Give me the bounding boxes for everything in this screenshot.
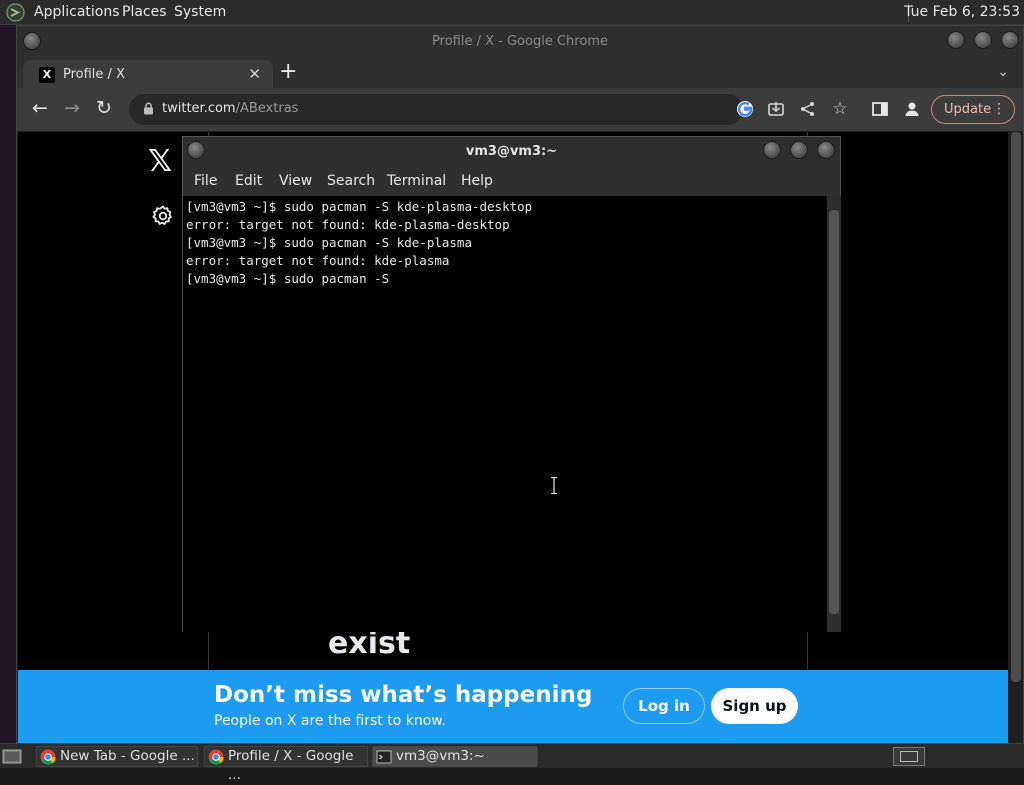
update-button[interactable]: Update ⋮ [931,95,1015,124]
bookmark-star-icon[interactable]: ☆ [830,99,850,119]
maximize-button[interactable] [974,31,992,49]
system-menu[interactable]: System [174,4,226,20]
menu-edit[interactable]: Edit [235,173,262,189]
tab-close-icon[interactable]: ✕ [248,65,261,83]
distro-logo-icon[interactable] [6,3,25,22]
places-menu[interactable]: Places [122,4,167,20]
terminal-close-button[interactable] [817,141,835,159]
terminal-window: vm3@vm3:~ File Edit View Search Terminal… [182,136,841,632]
terminal-icon [376,750,392,764]
terminal-scrollbar[interactable] [827,196,841,632]
terminal-line: error: target not found: kde-plasma [186,253,450,268]
workspace-switcher[interactable] [893,747,925,766]
chrome-icon [40,749,56,765]
terminal-title[interactable]: vm3@vm3:~ [183,144,840,159]
reload-icon[interactable]: ↻ [96,97,112,119]
page-scrollbar-thumb[interactable] [1011,132,1021,682]
terminal-line: [vm3@vm3 ~]$ sudo pacman -S [186,271,390,286]
share-icon[interactable] [798,99,818,119]
back-arrow-icon[interactable]: ← [32,97,48,119]
address-bar[interactable]: twitter.com/ABextras [129,94,743,125]
chrome-window-title: Profile / X - Google Chrome [432,34,608,49]
new-tab-plus-icon[interactable]: + [279,60,297,84]
terminal-menubar: File Edit View Search Terminal Help [183,167,840,195]
tab-strip: X Profile / X ✕ + ⌄ [17,58,1023,92]
tab-search-chevron-icon[interactable]: ⌄ [997,64,1009,80]
task-new-tab-chrome[interactable]: New Tab - Google ... [36,746,198,767]
login-button[interactable]: Log in [623,688,705,724]
chrome-titlebar[interactable]: Profile / X - Google Chrome [17,26,1023,58]
task-label: vm3@vm3:~ [396,748,485,764]
banner-headline: Don’t miss what’s happening [214,682,593,708]
browser-toolbar: ← → ↻ twitter.com/ABextras ☆ Update ⋮ [17,88,1023,131]
update-label: Update [944,102,992,117]
chrome-icon [208,749,224,765]
menu-file[interactable]: File [194,173,217,189]
settings-gear-icon[interactable] [151,204,175,228]
terminal-maximize-button[interactable] [790,141,808,159]
text-cursor-icon [551,477,557,494]
task-label: New Tab - Google ... [60,748,195,764]
show-desktop-icon[interactable] [2,747,22,765]
profile-avatar-icon[interactable] [902,99,922,119]
task-profile-x-chrome[interactable]: Profile / X - Google ... [204,746,368,783]
menu-terminal[interactable]: Terminal [387,173,446,189]
applications-menu[interactable]: Applications [34,4,120,20]
menu-view[interactable]: View [279,173,312,189]
signup-button[interactable]: Sign up [711,688,798,724]
page-scrollbar[interactable] [1009,132,1023,744]
x-logo-icon[interactable]: 𝕏 [148,144,172,179]
minimize-button[interactable] [947,31,965,49]
google-lens-icon[interactable] [735,99,755,119]
menu-help[interactable]: Help [461,173,493,189]
terminal-line: error: target not found: kde-plasma-desk… [186,217,510,232]
forward-arrow-icon[interactable]: → [64,97,80,119]
top-panel: Applications Places System Tue Feb 6, 23… [0,0,1024,25]
clock[interactable]: Tue Feb 6, 23:53 [904,4,1020,20]
x-favicon-icon: X [39,67,55,83]
terminal-line: [vm3@vm3 ~]$ sudo pacman -S kde-plasma-d… [186,199,533,214]
url-text: twitter.com/ABextras [162,101,299,116]
install-app-icon[interactable] [766,99,786,119]
signup-banner: Don’t miss what’s happening People on X … [18,670,1008,744]
side-panel-icon[interactable] [870,99,890,119]
tab-title: Profile / X [63,67,125,82]
menu-search[interactable]: Search [327,173,375,189]
task-terminal[interactable]: vm3@vm3:~ [372,746,538,767]
banner-subtext: People on X are the first to know. [214,713,446,729]
terminal-line: [vm3@vm3 ~]$ sudo pacman -S kde-plasma [186,235,472,250]
terminal-screen[interactable]: [vm3@vm3 ~]$ sudo pacman -S kde-plasma-d… [183,196,827,632]
lock-icon[interactable] [143,102,154,115]
terminal-minimize-button[interactable] [763,141,781,159]
desktop-background [0,25,16,743]
chrome-menu-kebab-icon[interactable]: ⋮ [992,96,1006,123]
close-window-button[interactable] [1001,31,1019,49]
task-label: Profile / X - Google ... [228,748,354,783]
terminal-scrollbar-thumb[interactable] [829,210,839,614]
bottom-taskbar: New Tab - Google ... Profile / X - Googl… [0,743,1024,783]
